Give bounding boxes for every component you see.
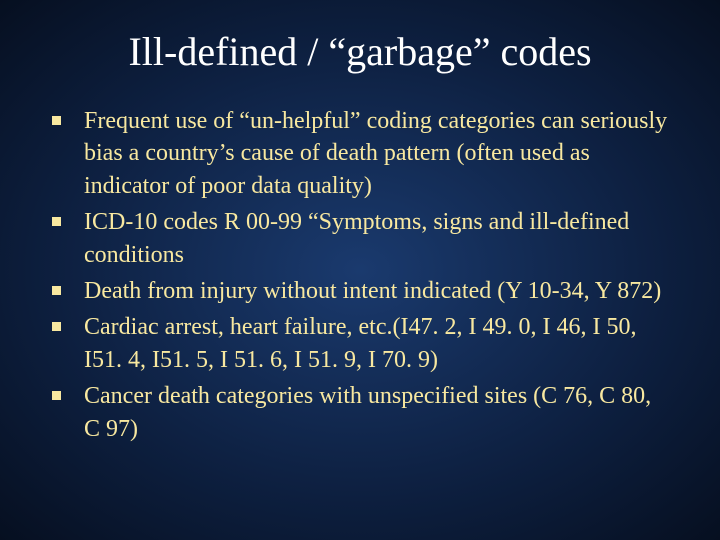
list-item: Death from injury without intent indicat… bbox=[50, 275, 670, 307]
square-bullet-icon bbox=[52, 217, 61, 226]
bullet-text: Death from injury without intent indicat… bbox=[84, 278, 661, 304]
bullet-text: Frequent use of “un-helpful” coding cate… bbox=[84, 108, 667, 199]
bullet-list: Frequent use of “un-helpful” coding cate… bbox=[50, 105, 670, 445]
square-bullet-icon bbox=[52, 391, 61, 400]
list-item: Cancer death categories with unspecified… bbox=[50, 380, 670, 445]
bullet-text: ICD-10 codes R 00-99 “Symptoms, signs an… bbox=[84, 209, 629, 267]
square-bullet-icon bbox=[52, 116, 61, 125]
list-item: Cardiac arrest, heart failure, etc.(I47.… bbox=[50, 311, 670, 376]
bullet-text: Cardiac arrest, heart failure, etc.(I47.… bbox=[84, 314, 636, 372]
list-item: ICD-10 codes R 00-99 “Symptoms, signs an… bbox=[50, 206, 670, 271]
list-item: Frequent use of “un-helpful” coding cate… bbox=[50, 105, 670, 202]
bullet-text: Cancer death categories with unspecified… bbox=[84, 383, 651, 441]
slide: Ill-defined / “garbage” codes Frequent u… bbox=[0, 0, 720, 540]
square-bullet-icon bbox=[52, 322, 61, 331]
square-bullet-icon bbox=[52, 286, 61, 295]
slide-title: Ill-defined / “garbage” codes bbox=[50, 28, 670, 75]
